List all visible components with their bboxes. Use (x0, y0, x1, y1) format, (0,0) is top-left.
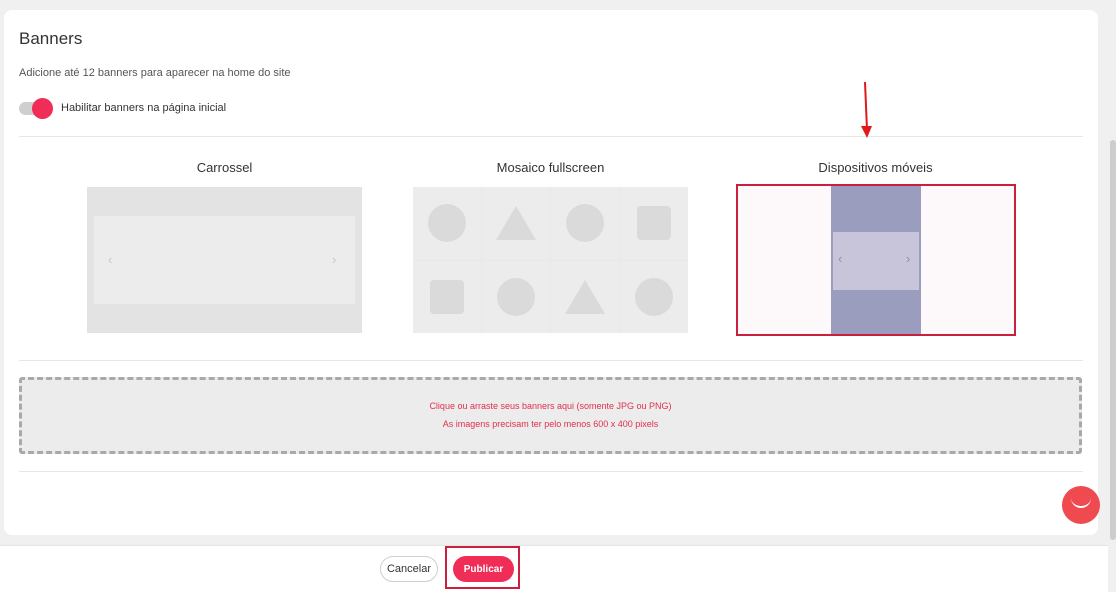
dropzone-requirement: As imagens precisam ter pelo menos 600 x… (442, 419, 659, 429)
enable-banners-toggle[interactable] (19, 98, 53, 119)
mosaic-cell (413, 260, 481, 333)
phone-preview: ‹ › (831, 186, 921, 334)
mosaic-cell (413, 187, 481, 260)
annotation-arrow-icon (861, 81, 872, 138)
scrollbar[interactable] (1110, 140, 1116, 540)
divider (19, 471, 1083, 472)
page-title: Banners (19, 29, 83, 48)
divider (19, 360, 1083, 361)
publish-highlight: Publicar (445, 546, 520, 589)
mosaic-cell (482, 187, 550, 260)
mobile-option[interactable]: ‹ › (736, 184, 1016, 336)
mosaic-cell (551, 187, 619, 260)
cancel-button[interactable]: Cancelar (380, 556, 438, 582)
toggle-label: Habilitar banners na página inicial (61, 102, 227, 114)
mosaic-cell (620, 260, 688, 333)
banner-dropzone[interactable]: Clique ou arraste seus banners aqui (som… (19, 377, 1082, 454)
dropzone-instruction: Clique ou arraste seus banners aqui (som… (429, 401, 672, 411)
chat-bubble-icon[interactable] (1062, 486, 1100, 524)
page-subtitle: Adicione até 12 banners para aparecer na… (19, 67, 291, 79)
divider (19, 136, 1083, 137)
circle-shape (566, 204, 604, 243)
carousel-slide: ‹ › (94, 216, 355, 304)
banners-panel: Banners Adicione até 12 banners para apa… (4, 10, 1098, 535)
chevron-left-icon: ‹ (838, 251, 843, 266)
triangle-shape (565, 279, 605, 314)
chevron-right-icon: › (906, 251, 911, 266)
mosaic-option[interactable] (413, 187, 688, 333)
toggle-knob (32, 98, 53, 119)
square-shape (637, 206, 671, 241)
mosaic-cell (620, 187, 688, 260)
mosaic-cell (551, 260, 619, 333)
option-title-mobile: Dispositivos móveis (818, 160, 933, 175)
publish-button[interactable]: Publicar (453, 556, 514, 582)
option-title-carousel: Carrossel (196, 160, 253, 175)
circle-shape (635, 277, 673, 316)
triangle-shape (496, 206, 536, 241)
carousel-option[interactable]: ‹ › (87, 187, 362, 333)
circle-shape (497, 277, 535, 316)
option-title-mosaic: Mosaico fullscreen (496, 160, 605, 175)
phone-slide: ‹ › (833, 232, 919, 290)
square-shape (430, 279, 464, 314)
chevron-left-icon: ‹ (108, 252, 113, 267)
action-footer: Cancelar Publicar (0, 545, 1108, 592)
chevron-right-icon: › (332, 252, 337, 267)
circle-shape (428, 204, 466, 243)
mosaic-cell (482, 260, 550, 333)
